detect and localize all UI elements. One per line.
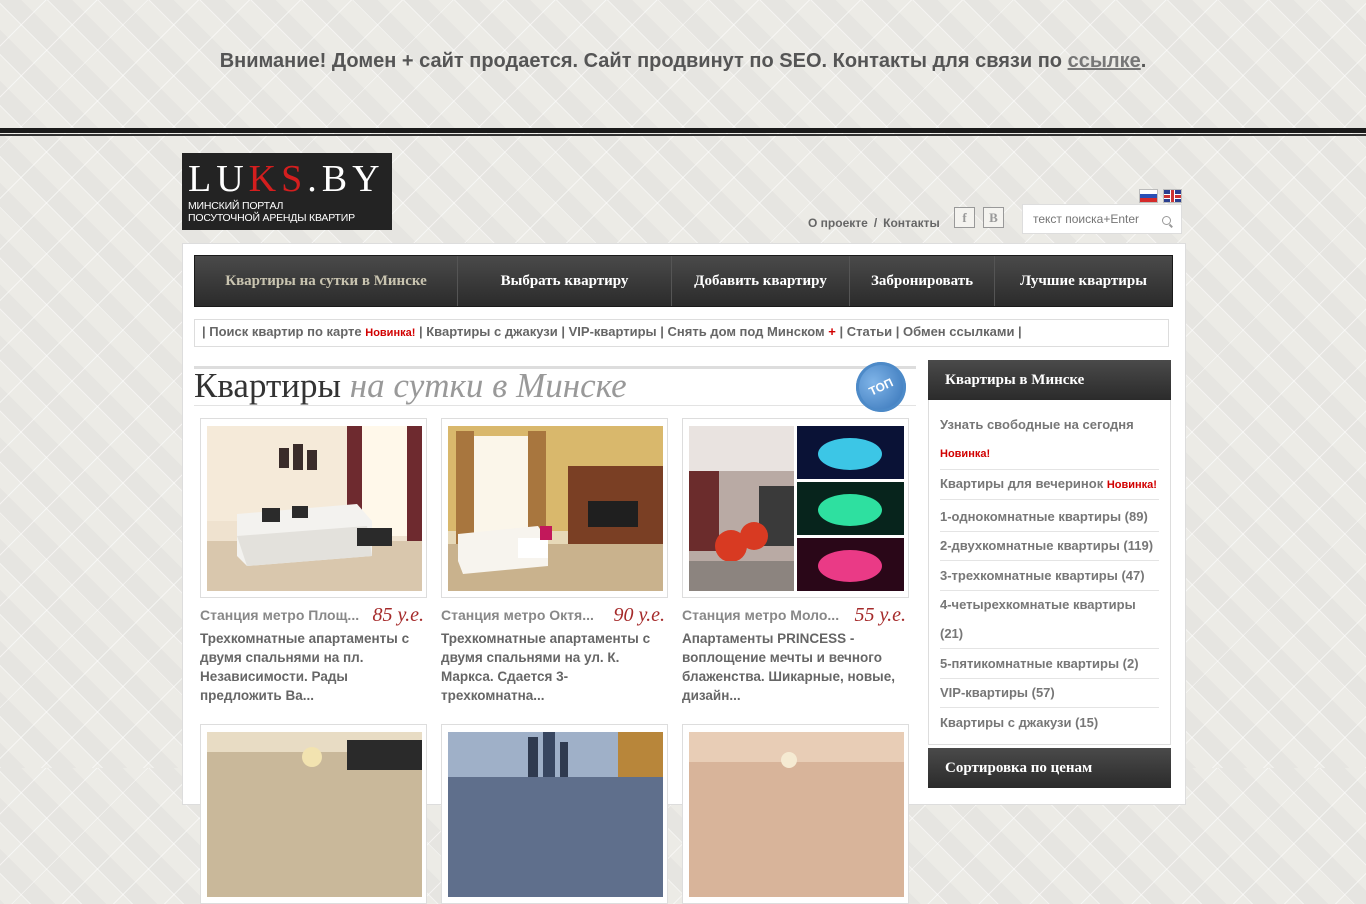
subnav-exchange[interactable]: Обмен ссылками <box>903 324 1014 339</box>
contacts-link[interactable]: Контакты <box>883 216 940 230</box>
header-links: О проекте / Контакты <box>808 216 940 230</box>
about-link[interactable]: О проекте <box>808 216 868 230</box>
apartment-thumb[interactable] <box>200 724 427 904</box>
apartment-description[interactable]: Апартаменты PRINCESS - воплощение мечты … <box>682 629 909 705</box>
search-box <box>1022 204 1182 234</box>
russian-flag-icon[interactable] <box>1139 189 1158 203</box>
search-icon[interactable] <box>1162 216 1171 225</box>
apartment-thumb[interactable] <box>441 418 668 598</box>
nav-book[interactable]: Забронировать <box>850 256 995 306</box>
subnav-map-search[interactable]: Поиск квартир по карте <box>209 324 361 339</box>
apartment-description[interactable]: Трехкомнатные апартаменты с двумя спальн… <box>200 629 427 705</box>
apartment-photo <box>448 426 663 591</box>
apartment-photo <box>689 732 904 897</box>
subnav-jacuzzi[interactable]: Квартиры с джакузи <box>426 324 558 339</box>
logo-part2: KS <box>248 158 308 200</box>
subnav-new-badge: Новинка! <box>365 327 416 339</box>
apartment-photo <box>689 426 904 591</box>
sidebar-item[interactable]: Квартиры с джакузи (15) <box>940 708 1159 737</box>
apartment-photo <box>207 426 422 591</box>
sidebar-party[interactable]: Квартиры для вечеринок Новинка! <box>940 469 1159 500</box>
apartment-photo <box>207 732 422 897</box>
sidebar-item[interactable]: 2-двухкомнатные квартиры (119) <box>940 531 1159 560</box>
english-flag-icon[interactable] <box>1163 189 1182 203</box>
sidebar-new-badge: Новинка! <box>940 448 991 460</box>
nav-choose-apartment[interactable]: Выбрать квартиру <box>458 256 672 306</box>
logo-tagline-line1: МИНСКИЙ ПОРТАЛ <box>188 200 284 212</box>
logo-part1: LU <box>188 158 249 200</box>
logo-tagline: МИНСКИЙ ПОРТАЛ ПОСУТОЧНОЙ АРЕНДЫ КВАРТИР <box>188 200 355 224</box>
sidebar-free-today[interactable]: Узнать свободные на сегодня <box>940 410 1159 439</box>
price: 55 у.е. <box>854 604 907 626</box>
site-logo[interactable]: LUKS.BY МИНСКИЙ ПОРТАЛ ПОСУТОЧНОЙ АРЕНДЫ… <box>182 153 392 230</box>
sidebar-item[interactable]: 1-однокомнатные квартиры (89) <box>940 502 1159 531</box>
sidebar-item[interactable]: 4-четырехкомнатые квартиры <box>940 590 1159 619</box>
apartment-description[interactable]: Трехкомнатные апартаменты с двумя спальн… <box>441 629 668 705</box>
logo-tagline-line2: ПОСУТОЧНОЙ АРЕНДЫ КВАРТИР <box>188 212 355 224</box>
nav-apartments-minsk[interactable]: Квартиры на сутки в Минске <box>195 256 458 306</box>
nav-add-apartment[interactable]: Добавить квартиру <box>672 256 850 306</box>
sidebar-divider <box>940 499 1159 500</box>
apartment-thumb[interactable] <box>682 418 909 598</box>
price: 90 у.е. <box>613 604 666 626</box>
top-divider <box>0 128 1366 133</box>
sale-notice-link[interactable]: ссылке <box>1068 50 1141 72</box>
sidebar-item[interactable]: 5-пятикомнатные квартиры (2) <box>940 649 1159 678</box>
metro-station[interactable]: Станция метро Площ... <box>200 607 359 623</box>
apartment-thumb[interactable] <box>682 724 909 904</box>
logo-part3: .BY <box>307 158 385 200</box>
page-title: Квартиры на сутки в Минске <box>194 366 627 406</box>
logo-wordmark: LUKS.BY <box>188 159 385 199</box>
apartment-photo <box>448 732 663 897</box>
sidebar-party-label[interactable]: Квартиры для вечеринок <box>940 476 1103 491</box>
vkontakte-icon[interactable]: B <box>983 207 1004 228</box>
price: 85 у.е. <box>372 604 425 626</box>
top-divider-thin <box>0 134 1366 136</box>
sidebar-item[interactable]: 3-трехкомнатные квартиры (47) <box>940 561 1159 590</box>
sale-notice-text: Внимание! Домен + сайт продается. Сайт п… <box>219 50 1068 72</box>
sub-nav: | Поиск квартир по карте Новинка! | Квар… <box>194 319 1169 347</box>
subnav-house[interactable]: Снять дом под Минском <box>668 324 825 339</box>
nav-best-apartments[interactable]: Лучшие квартиры <box>995 256 1172 306</box>
apartment-thumb[interactable] <box>200 418 427 598</box>
apartment-thumb[interactable] <box>441 724 668 904</box>
metro-station[interactable]: Станция метро Моло... <box>682 607 839 623</box>
main-nav: Квартиры на сутки в Минске Выбрать кварт… <box>194 255 1173 307</box>
sidebar-item-count[interactable]: (21) <box>940 619 1159 648</box>
sidebar-title: Квартиры в Минске <box>928 360 1171 400</box>
sidebar-item[interactable]: VIP-квартиры (57) <box>940 678 1159 707</box>
sale-notice-end: . <box>1140 50 1147 72</box>
sidebar-free-today-label[interactable]: Узнать свободные на сегодня <box>940 417 1134 432</box>
sidebar-title-2: Сортировка по ценам <box>928 748 1171 788</box>
metro-station[interactable]: Станция метро Октя... <box>441 607 594 623</box>
header-link-separator: / <box>873 216 878 230</box>
page-title-main: Квартиры <box>194 366 342 405</box>
subnav-vip[interactable]: VIP-квартиры <box>569 324 657 339</box>
sidebar-new-badge-wrap: Новинка! <box>940 440 1159 467</box>
sidebar-new-badge: Новинка! <box>1106 479 1157 491</box>
subnav-articles[interactable]: Статьи <box>847 324 892 339</box>
heading-underline <box>194 405 916 406</box>
subnav-plus: + <box>828 324 836 339</box>
sale-notice: Внимание! Домен + сайт продается. Сайт п… <box>0 50 1366 73</box>
page-title-italic: на сутки в Минске <box>349 366 627 405</box>
search-input[interactable] <box>1033 212 1158 226</box>
facebook-icon[interactable]: f <box>954 207 975 228</box>
